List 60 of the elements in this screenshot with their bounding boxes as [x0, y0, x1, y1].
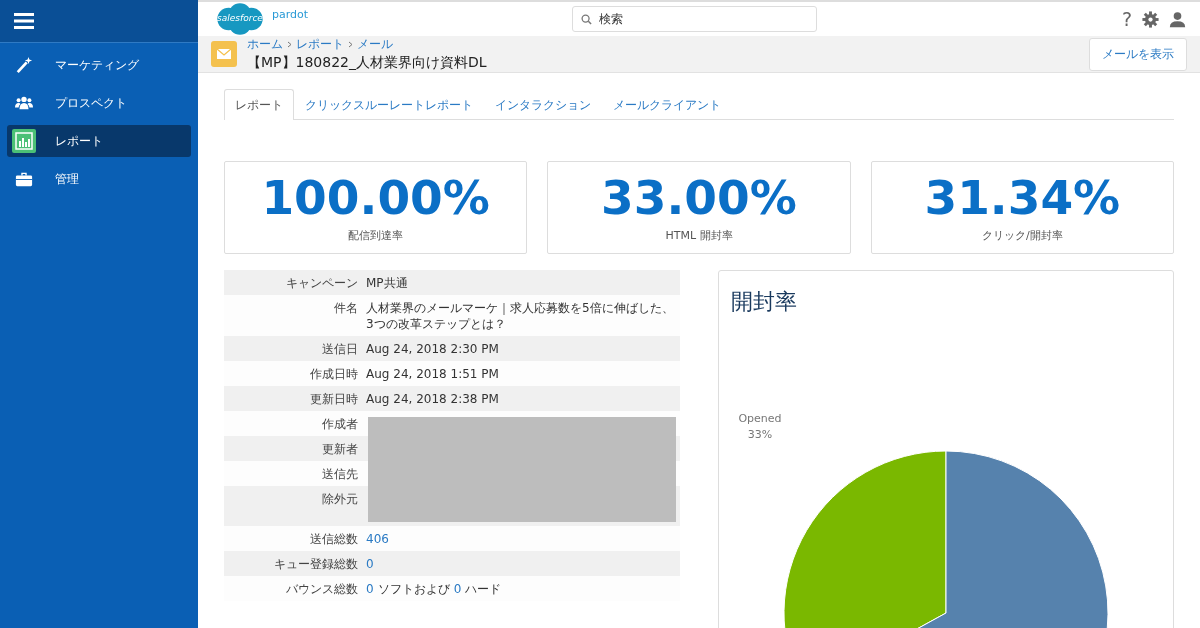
- count-link[interactable]: 406: [366, 531, 389, 547]
- search-icon: [581, 13, 592, 25]
- field-label: 送信日: [321, 341, 358, 358]
- field-label: 送信先: [321, 466, 358, 483]
- slice-value: 33%: [747, 428, 773, 441]
- envelope-icon: [211, 41, 237, 67]
- tab[interactable]: メールクライアント: [602, 89, 732, 120]
- cloud-logo: salesforce: [210, 2, 270, 36]
- user-icon[interactable]: [1169, 10, 1186, 28]
- tab[interactable]: クリックスルーレートレポート: [294, 89, 484, 120]
- count-link[interactable]: 0: [366, 581, 374, 597]
- field-label: キュー登録総数: [273, 556, 358, 573]
- page-title: 【MP】180822_人材業界向け資料DL: [247, 54, 487, 72]
- field-label: 件名: [333, 300, 358, 317]
- chart-title: 開封率: [731, 288, 797, 316]
- field-label: バウンス総数: [285, 581, 358, 598]
- sidebar-item[interactable]: 管理: [7, 163, 191, 195]
- help-button[interactable]: ?: [1121, 8, 1132, 30]
- field-value: Aug 24, 2018 2:30 PM: [366, 341, 499, 357]
- settings-icon[interactable]: [1142, 10, 1159, 28]
- stat-value: 33.00%: [601, 170, 797, 226]
- sidebar-item[interactable]: プロスペクト: [7, 87, 191, 119]
- field-label: 送信総数: [309, 531, 358, 548]
- field-value: MP共通: [366, 275, 408, 291]
- stat-value: 31.34%: [924, 170, 1121, 226]
- people-icon: [15, 94, 33, 112]
- menu-icon[interactable]: [14, 12, 34, 30]
- chevron-icon: [348, 41, 353, 48]
- product-name: pardot: [272, 7, 309, 21]
- wand-icon: [15, 56, 33, 74]
- count-link[interactable]: 0: [453, 581, 462, 597]
- field-label: 更新日時: [309, 391, 358, 408]
- field-value: ハード: [465, 581, 502, 597]
- stat-value: 100.00%: [261, 170, 490, 226]
- field-label: キャンペーン: [285, 275, 358, 292]
- count-link[interactable]: 0: [366, 556, 374, 572]
- field-label: 作成者: [321, 416, 358, 433]
- stat-label: クリック/開封率: [981, 228, 1063, 243]
- field-label: 除外元: [321, 491, 358, 508]
- tab[interactable]: インタラクション: [484, 89, 602, 120]
- chart-icon: [12, 129, 36, 153]
- search-field[interactable]: 検索: [572, 6, 817, 32]
- breadcrumb-link[interactable]: レポート: [296, 36, 344, 53]
- chevron-icon: [287, 41, 292, 48]
- sidebar-item[interactable]: レポート: [7, 125, 191, 157]
- sidebar-item[interactable]: マーケティング: [7, 49, 191, 81]
- view-email-button[interactable]: メールを表示: [1089, 37, 1187, 71]
- briefcase-icon: [15, 170, 33, 188]
- field-label: 作成日時: [309, 366, 358, 383]
- field-value: Aug 24, 2018 2:38 PM: [366, 391, 499, 407]
- tab[interactable]: レポート: [224, 89, 294, 120]
- breadcrumb-link[interactable]: ホーム: [247, 36, 283, 53]
- field-value: ソフトおよび: [377, 581, 450, 597]
- breadcrumb-link[interactable]: メール: [357, 36, 393, 53]
- field-label: 更新者: [321, 441, 358, 458]
- field-value: Aug 24, 2018 1:51 PM: [366, 366, 499, 382]
- slice-label: Opened: [738, 412, 782, 425]
- stat-label: 配信到達率: [348, 228, 404, 243]
- field-value: 人材業界のメールマーケ｜求人応募数を5倍に伸ばした、3つの改革ステップとは？: [366, 300, 674, 332]
- stat-label: HTML 開封率: [665, 228, 733, 243]
